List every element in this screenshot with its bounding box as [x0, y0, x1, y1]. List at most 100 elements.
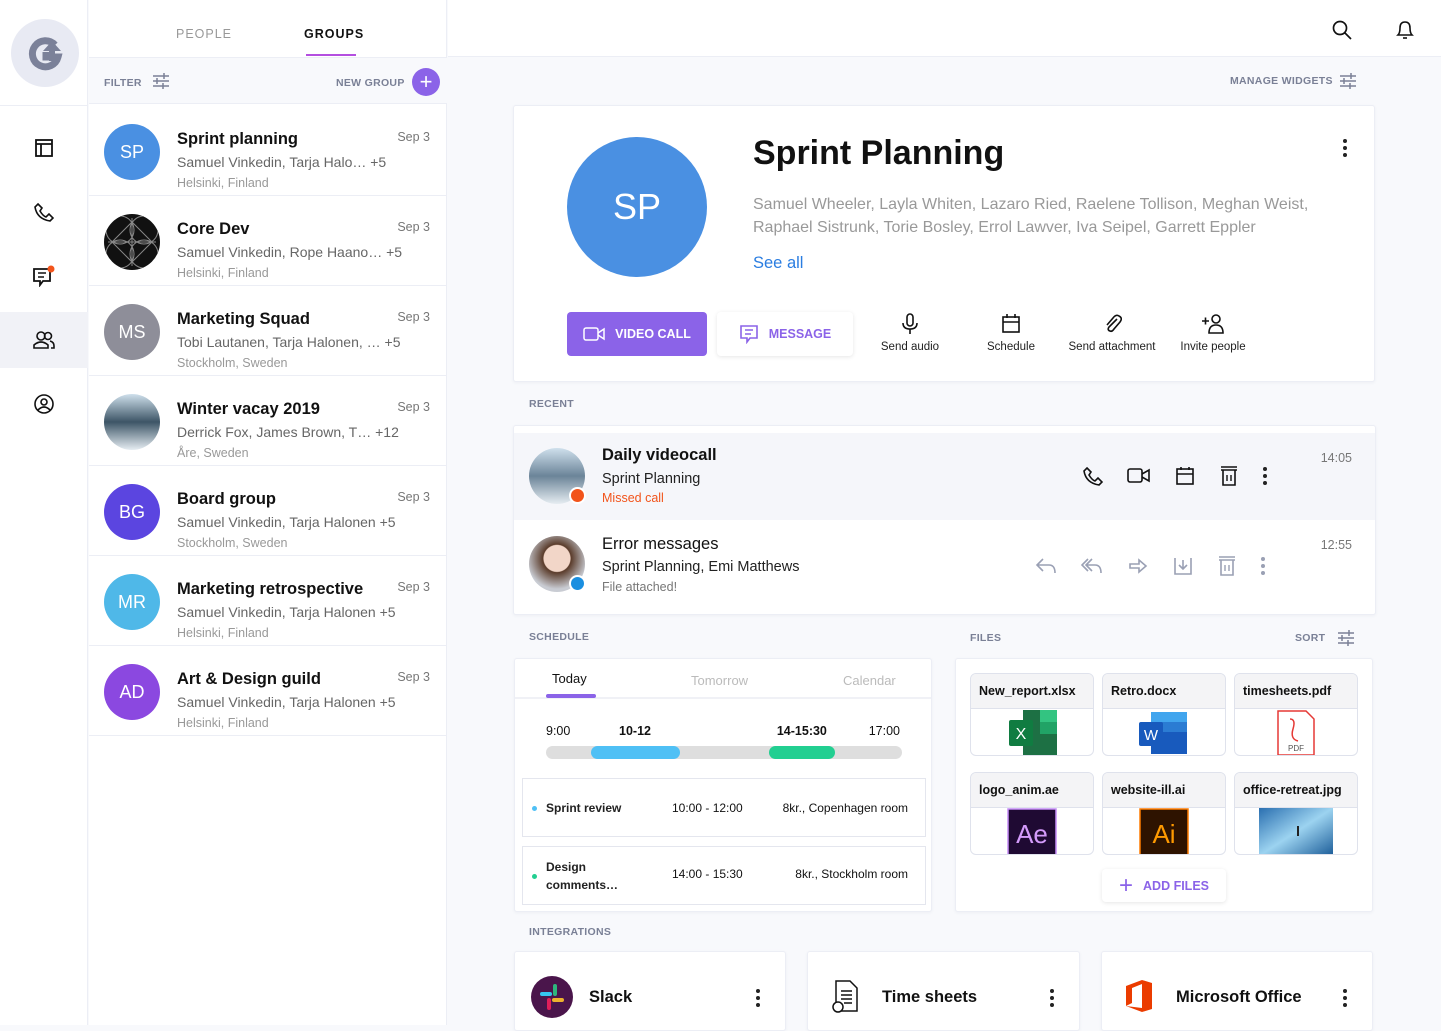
phone-icon[interactable]	[0, 184, 88, 240]
group-members: Samuel Vinkedin, Rope Haano… +5	[177, 244, 403, 260]
file-name: New_report.xlsx	[971, 674, 1093, 709]
more-icon[interactable]	[1261, 557, 1265, 575]
group-list-item[interactable]: MR Marketing retrospective Samuel Vinkedin…	[89, 556, 447, 646]
action-schedule[interactable]: Schedule	[961, 313, 1061, 353]
recent-time: 14:05	[1320, 451, 1352, 465]
timeline-slot[interactable]	[768, 746, 836, 759]
event-row[interactable]: Design comments… 14:00 - 15:30 8kr., Sto…	[522, 846, 926, 905]
more-icon[interactable]	[1263, 467, 1267, 485]
action-label: Send attachment	[1068, 341, 1156, 353]
group-list-item[interactable]: AD Art & Design guild Samuel Vinkedin, Tar…	[89, 646, 447, 736]
action-send-attachment[interactable]: Send attachment	[1062, 313, 1162, 353]
slack-icon	[531, 976, 573, 1018]
group-location: Stockholm, Sweden	[177, 356, 288, 370]
add-files-button[interactable]: + ADD FILES	[1102, 869, 1226, 902]
recent-item[interactable]: Error messages Sprint Planning, Emi Matt…	[514, 520, 1375, 614]
timeline-end: 17:00	[868, 724, 900, 738]
bell-icon[interactable]	[1395, 19, 1415, 41]
sort-icon[interactable]	[1337, 629, 1355, 647]
event-name: Design comments…	[546, 860, 619, 892]
reply-all-icon[interactable]	[1081, 557, 1103, 575]
more-icon[interactable]	[1343, 989, 1347, 1007]
manage-widgets-button[interactable]: MANAGE WIDGETS	[1230, 75, 1333, 87]
paperclip-icon	[1062, 313, 1162, 335]
page-title: Sprint Planning	[753, 134, 1005, 172]
filter-button[interactable]: FILTER	[104, 77, 142, 89]
file-tile[interactable]: timesheets.pdf PDF	[1234, 673, 1358, 756]
more-icon[interactable]	[1343, 139, 1347, 157]
file-name: website-ill.ai	[1103, 773, 1225, 808]
timeline-start: 9:00	[546, 724, 571, 738]
active-tab-indicator	[546, 694, 596, 698]
tab-people[interactable]: PEOPLE	[176, 27, 232, 41]
timeline-slot[interactable]	[590, 746, 680, 759]
new-group-label[interactable]: NEW GROUP	[336, 77, 405, 89]
trash-icon[interactable]	[1219, 465, 1239, 487]
file-tile[interactable]: logo_anim.ae Ae	[970, 772, 1094, 855]
more-icon[interactable]	[756, 989, 760, 1007]
group-list-item[interactable]: BG Board group Samuel Vinkedin, Tarja Halo…	[89, 466, 447, 556]
layout-icon[interactable]	[0, 120, 88, 176]
more-icon[interactable]	[1050, 989, 1054, 1007]
group-date: Sep 3	[397, 580, 430, 594]
calendar-icon[interactable]	[1175, 466, 1195, 486]
integration-slack[interactable]: Slack	[514, 951, 786, 1031]
video-call-button[interactable]: VIDEO CALL	[567, 312, 707, 356]
see-all-link[interactable]: See all	[753, 254, 803, 273]
event-room: 8kr., Copenhagen room	[782, 801, 908, 815]
tab-tomorrow[interactable]: Tomorrow	[691, 673, 748, 688]
app-logo[interactable]	[11, 19, 79, 87]
tab-calendar[interactable]: Calendar	[843, 673, 896, 688]
active-tab-indicator	[306, 54, 356, 56]
file-tile[interactable]: website-ill.ai Ai	[1102, 772, 1226, 855]
user-icon[interactable]	[0, 376, 88, 432]
group-list-item[interactable]: SP Sprint planning Samuel Vinkedin, Tarja …	[89, 106, 447, 196]
tab-groups[interactable]: GROUPS	[304, 27, 364, 41]
integration-microsoft-office[interactable]: Microsoft Office	[1101, 951, 1373, 1031]
integration-time-sheets[interactable]: Time sheets	[807, 951, 1080, 1031]
microphone-icon	[860, 313, 960, 335]
widgets-settings-icon[interactable]	[1339, 72, 1357, 90]
action-label: Invite people	[1180, 341, 1246, 353]
trash-icon[interactable]	[1217, 555, 1237, 577]
tab-today[interactable]: Today	[552, 671, 587, 686]
action-label: Send audio	[880, 341, 940, 353]
timeline-slot-label: 10-12	[619, 724, 651, 738]
filter-icon[interactable]	[152, 72, 170, 90]
file-name: timesheets.pdf	[1235, 674, 1357, 709]
group-name: Sprint planning	[177, 130, 298, 148]
group-name: Marketing retrospective	[177, 580, 364, 598]
excel-file-icon: X	[971, 709, 1093, 755]
action-invite-people[interactable]: Invite people	[1163, 313, 1263, 353]
file-tile[interactable]: Retro.docx W	[1102, 673, 1226, 756]
message-label: MESSAGE	[768, 327, 832, 341]
group-members: Samuel Vinkedin, Tarja Halonen +5	[177, 514, 396, 530]
search-icon[interactable]	[1332, 20, 1352, 40]
action-send-audio[interactable]: Send audio	[860, 313, 960, 353]
forward-icon[interactable]	[1127, 557, 1149, 575]
group-list-item[interactable]: MS Marketing Squad Tobi Lautanen, Tarja Ha…	[89, 286, 447, 376]
chat-icon[interactable]	[0, 248, 88, 304]
event-row[interactable]: Sprint review 10:00 - 12:00 8kr., Copenh…	[522, 778, 926, 837]
pdf-file-icon: PDF	[1235, 709, 1357, 755]
avatar-initials: MS	[118, 321, 146, 342]
action-label: Schedule	[987, 341, 1035, 353]
new-group-button[interactable]: +	[412, 68, 440, 96]
groups-icon[interactable]	[0, 312, 88, 368]
missed-call-icon	[569, 487, 586, 504]
sort-button[interactable]: SORT	[1295, 632, 1325, 644]
download-icon[interactable]	[1173, 556, 1193, 576]
integration-name: Microsoft Office	[1176, 988, 1302, 1006]
reply-icon[interactable]	[1035, 557, 1057, 575]
file-tile[interactable]: New_report.xlsx X	[970, 673, 1094, 756]
svg-text:X: X	[1016, 726, 1027, 743]
video-icon[interactable]	[1127, 467, 1151, 485]
avatar: MR	[104, 574, 160, 630]
group-members: Samuel Vinkedin, Tarja Halonen +5	[177, 694, 396, 710]
message-button[interactable]: MESSAGE	[717, 312, 853, 356]
file-tile[interactable]: office-retreat.jpg	[1234, 772, 1358, 855]
recent-item[interactable]: Daily videocall Sprint Planning Missed c…	[514, 433, 1375, 520]
group-list-item[interactable]: Winter vacay 2019 Derrick Fox, James Brow…	[89, 376, 447, 466]
group-list-item[interactable]: Core Dev Samuel Vinkedin, Rope Haano… +5 H…	[89, 196, 447, 286]
phone-icon[interactable]	[1083, 466, 1103, 486]
